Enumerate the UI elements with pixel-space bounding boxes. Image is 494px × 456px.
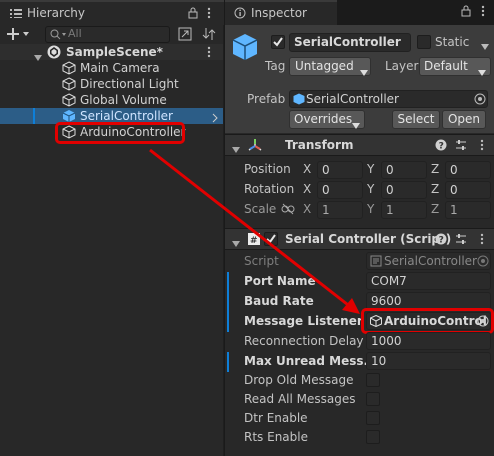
annotation-arrow: [149, 148, 360, 314]
